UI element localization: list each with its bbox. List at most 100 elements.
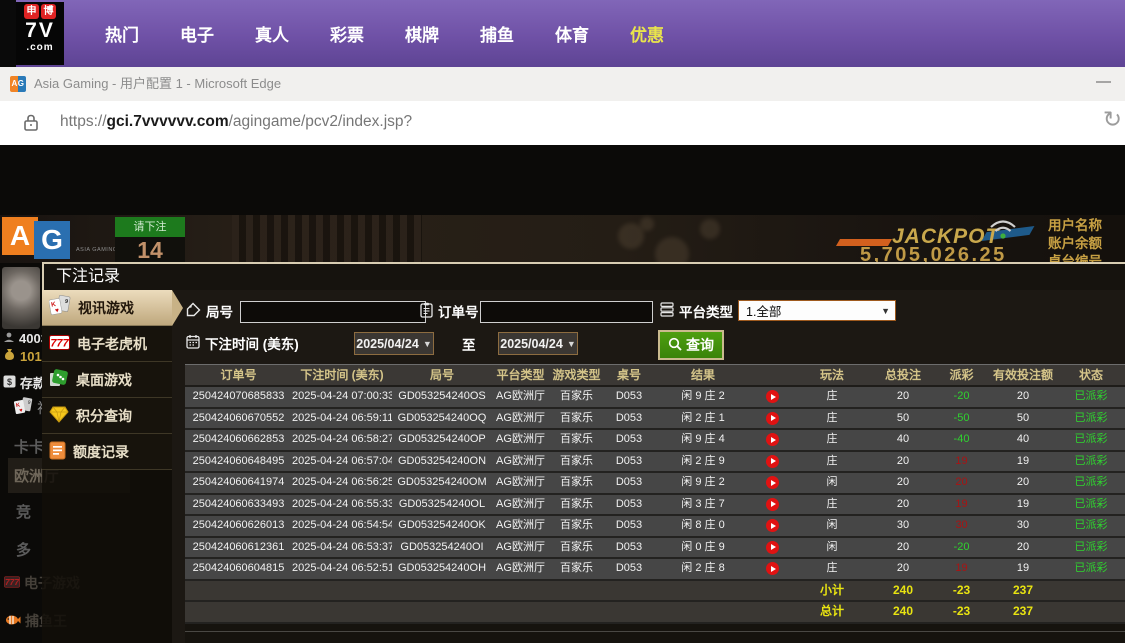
calendar-icon xyxy=(186,334,200,352)
table-bottom-divider xyxy=(185,631,1125,632)
order-cell: 250424060604815 xyxy=(192,562,285,574)
round-number-input[interactable] xyxy=(240,301,426,323)
replay-cell xyxy=(752,516,792,536)
slots-icon: 777 xyxy=(4,575,20,591)
ag-logo-a: A xyxy=(2,217,38,255)
play-cell: 庄 xyxy=(826,497,838,510)
play-video-button[interactable] xyxy=(765,562,779,575)
game-cell: 百家乐 xyxy=(560,411,593,424)
nav-item-热门[interactable]: 热门 xyxy=(105,21,141,46)
nav-item-捕鱼[interactable]: 捕鱼 xyxy=(480,21,516,46)
play-video-button[interactable] xyxy=(765,454,779,468)
rail-item-101.[interactable]: 101. xyxy=(3,348,45,364)
replay-cell xyxy=(752,538,792,558)
status-cell: 已派彩 xyxy=(1074,497,1108,510)
play-video-button[interactable] xyxy=(765,390,779,403)
rail-item-多[interactable]: 多 xyxy=(16,539,31,560)
search-button[interactable]: 查询 xyxy=(658,330,724,360)
round-cell: GD053254240OS xyxy=(398,390,486,402)
subtotal-cell: 240 xyxy=(892,582,914,597)
replay-cell xyxy=(752,387,792,407)
play-video-button[interactable] xyxy=(765,497,779,511)
order-cell: 250424060670552 xyxy=(192,411,285,424)
subtotal-cell xyxy=(604,581,654,601)
nav-item-体育[interactable]: 体育 xyxy=(555,21,591,46)
valid-bet-cell: 19 xyxy=(1016,454,1030,467)
dialog-title: 下注记录 xyxy=(56,268,121,285)
site-logo[interactable]: 申 博 7V .com xyxy=(16,2,64,65)
subtotal-cell xyxy=(1057,581,1125,601)
platform-cell: AG欧洲厅 xyxy=(496,390,545,402)
game-cell: 百家乐 xyxy=(560,540,593,553)
order-number-input[interactable] xyxy=(480,301,653,323)
date-between-label: 至 xyxy=(462,338,476,353)
result-cell: 闲 2 庄 9 xyxy=(681,454,725,467)
valid-bet-cell: 30 xyxy=(1016,519,1030,531)
play-video-button[interactable] xyxy=(765,411,779,425)
order-cell: 250424060626013 xyxy=(192,519,285,531)
logo-main-text: 7V xyxy=(25,19,55,42)
rail-item-存款[interactable]: $ 存款 xyxy=(3,373,46,392)
tag-icon xyxy=(186,302,201,320)
round-number-label: 局号 xyxy=(206,305,233,320)
gem-icon xyxy=(49,406,69,426)
play-video-button[interactable] xyxy=(765,519,779,532)
total-cell xyxy=(1057,602,1125,622)
payout-cell: -40 xyxy=(953,433,970,445)
nav-item-优惠[interactable]: 优惠 xyxy=(630,21,666,46)
nav-item-彩票[interactable]: 彩票 xyxy=(330,21,366,46)
nav-item-电子[interactable]: 电子 xyxy=(180,21,216,46)
url-field[interactable]: https://gci.7vvvvvv.com/agingame/pcv2/in… xyxy=(60,101,412,142)
table-no-cell: D053 xyxy=(615,411,643,424)
play-video-button[interactable] xyxy=(765,476,779,489)
bet-records-table: 订单号 下注时间 (美东) 局号 平台类型 游戏类型 桌号 结果 玩法 总投注 派彩 有效投注额 状态… xyxy=(185,364,1125,643)
bet-cell: 20 xyxy=(896,454,910,467)
rail-item-label: 竞 xyxy=(16,504,32,521)
platform-cell: AG欧洲厅 xyxy=(496,562,545,574)
bokeh-decor xyxy=(700,219,720,239)
user-info-line: 账户余额 xyxy=(1048,236,1102,251)
url-path: /agingame/pcv2/index.jsp? xyxy=(228,113,413,130)
subtotal-cell xyxy=(292,581,392,601)
status-cell: 已派彩 xyxy=(1074,454,1108,467)
dialog-titlebar: 下注记录 xyxy=(42,262,1125,290)
sidebar-item-视讯游戏[interactable]: 9 K ♥ 视讯游戏 xyxy=(42,290,172,326)
replay-cell xyxy=(752,430,792,450)
sidebar-item-额度记录[interactable]: 额度记录 xyxy=(42,434,172,470)
round-cell: GD053254240OP xyxy=(398,433,486,445)
minimize-button[interactable]: — xyxy=(1096,67,1111,97)
play-cell: 庄 xyxy=(826,390,838,402)
game-cell: 百家乐 xyxy=(560,390,593,402)
play-video-button[interactable] xyxy=(765,540,779,554)
refresh-icon[interactable]: ↻ xyxy=(1103,106,1122,133)
clipboard-icon xyxy=(420,302,433,321)
lock-icon[interactable] xyxy=(24,114,38,136)
user-info-line: 用户名称 xyxy=(1048,218,1102,233)
site-nav: 申 博 7V .com 热门 电子 真人 彩票 棋牌 捕鱼 体育 优惠 xyxy=(0,0,1125,67)
fish-icon xyxy=(4,613,21,630)
header-cell-总投注: 总投注 xyxy=(884,368,921,382)
round-number-label-group: 局号 xyxy=(186,300,233,322)
date-from-select[interactable]: 2025/04/24 xyxy=(354,332,434,355)
table-no-cell: D053 xyxy=(615,540,643,553)
sidebar-item-桌面游戏[interactable]: 桌面游戏 xyxy=(42,362,172,398)
date-from-value: 2025/04/24 xyxy=(356,336,419,351)
date-to-value: 2025/04/24 xyxy=(500,336,563,351)
time-cell: 2025-04-24 06:57:04 xyxy=(292,454,392,467)
play-video-button[interactable] xyxy=(765,433,779,446)
nav-item-真人[interactable]: 真人 xyxy=(255,21,291,46)
total-row: 总计 240 -23 237 xyxy=(185,602,1125,624)
sidebar-filler xyxy=(42,470,172,643)
rail-item-竞[interactable]: 竞 xyxy=(16,501,31,522)
platform-type-select[interactable]: 1.全部 xyxy=(738,300,896,321)
total-label: 总计 xyxy=(819,604,844,618)
bet-countdown-value: 14 xyxy=(115,237,185,263)
sidebar-item-电子老虎机[interactable]: 777 电子老虎机 xyxy=(42,326,172,362)
ag-logo-g: G xyxy=(34,221,70,259)
date-to-select[interactable]: 2025/04/24 xyxy=(498,332,578,355)
sidebar-item-积分查询[interactable]: 积分查询 xyxy=(42,398,172,434)
nav-item-棋牌[interactable]: 棋牌 xyxy=(405,21,441,46)
rail-item-卡卡[interactable]: 卡卡 xyxy=(14,436,44,457)
sidebar-item-label: 额度记录 xyxy=(73,443,129,460)
table-no-cell: D053 xyxy=(615,476,643,488)
